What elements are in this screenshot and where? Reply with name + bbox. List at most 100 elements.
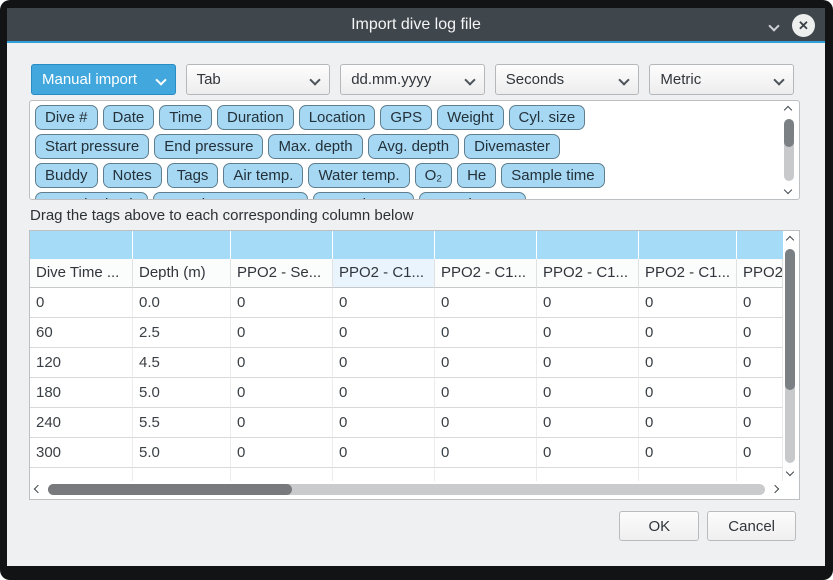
- tag-chip[interactable]: Date: [103, 105, 155, 130]
- drop-target-cell[interactable]: [537, 231, 639, 259]
- combobox-metric[interactable]: Metric: [649, 64, 794, 95]
- scroll-up-icon[interactable]: [786, 236, 794, 244]
- table-cell: 0: [435, 318, 537, 348]
- column-header[interactable]: PPO2 - Se...: [231, 259, 333, 288]
- scrollbar-thumb[interactable]: [784, 119, 794, 147]
- scrollbar-track[interactable]: [785, 249, 795, 463]
- tag-chip[interactable]: End pressure: [154, 134, 263, 159]
- table-cell: 0: [333, 288, 435, 318]
- drag-instruction-label: Drag the tags above to each correspondin…: [30, 207, 414, 224]
- tag-chip[interactable]: Time: [159, 105, 212, 130]
- column-header[interactable]: PPO2 - C1...: [435, 259, 537, 288]
- table-vertical-scrollbar[interactable]: [783, 233, 797, 479]
- table-cell: 0: [639, 408, 737, 438]
- cancel-button[interactable]: Cancel: [707, 511, 796, 541]
- drop-target-cell[interactable]: [231, 231, 333, 259]
- tag-chip[interactable]: Dive #: [35, 105, 98, 130]
- table-cell: 0: [639, 378, 737, 408]
- table-cell: 0: [435, 438, 537, 468]
- table-cell: 0: [639, 348, 737, 378]
- table-cell: 0: [537, 438, 639, 468]
- chevron-down-icon: [773, 74, 784, 85]
- tag-chip[interactable]: Duration: [217, 105, 294, 130]
- tag-pool-scrollbar[interactable]: [781, 103, 797, 197]
- scroll-down-icon[interactable]: [784, 186, 792, 194]
- table-row: 1805.0000000: [30, 378, 783, 408]
- scroll-down-icon[interactable]: [786, 468, 794, 476]
- tag-chip[interactable]: O₂: [415, 163, 453, 188]
- drop-target-cell[interactable]: [133, 231, 231, 259]
- tag-chip[interactable]: GPS: [380, 105, 432, 130]
- tag-chip[interactable]: Max. depth: [268, 134, 362, 159]
- tag-chip[interactable]: Weight: [437, 105, 503, 130]
- drop-target-cell[interactable]: [435, 231, 537, 259]
- column-header[interactable]: PPO2 - C1...: [333, 259, 435, 288]
- drop-target-cell[interactable]: [737, 231, 783, 259]
- combobox-manual-import[interactable]: Manual import: [31, 64, 176, 95]
- combobox-value: Tab: [197, 71, 221, 88]
- tag-row: Start pressureEnd pressureMax. depthAvg.…: [35, 134, 775, 159]
- table-cell: 0: [737, 288, 783, 318]
- tag-chip[interactable]: Air temp.: [223, 163, 303, 188]
- combobox-seconds[interactable]: Seconds: [495, 64, 640, 95]
- combobox-value: Seconds: [506, 71, 564, 88]
- scrollbar-thumb[interactable]: [48, 484, 292, 495]
- table-cell: [435, 468, 537, 481]
- drop-target-cell[interactable]: [639, 231, 737, 259]
- tag-chip[interactable]: Notes: [103, 163, 162, 188]
- combobox-dd-mm-yyyy[interactable]: dd.mm.yyyy: [340, 64, 485, 95]
- table-cell: 0: [30, 288, 133, 318]
- table-cell: 0: [639, 438, 737, 468]
- table-cell: [333, 468, 435, 481]
- tag-chip[interactable]: He: [457, 163, 496, 188]
- column-header[interactable]: PPO2 - C1...: [639, 259, 737, 288]
- tag-chip[interactable]: Avg. depth: [368, 134, 459, 159]
- tag-chip[interactable]: Buddy: [35, 163, 98, 188]
- tag-chip[interactable]: Water temp.: [308, 163, 409, 188]
- scrollbar-thumb[interactable]: [785, 249, 795, 390]
- tag-rows: Dive #DateTimeDurationLocationGPSWeightC…: [35, 105, 775, 200]
- drop-target-cell[interactable]: [30, 231, 133, 259]
- column-header[interactable]: Depth (m): [133, 259, 231, 288]
- scroll-left-icon[interactable]: [34, 485, 42, 493]
- table-row: 3005.0000000: [30, 438, 783, 468]
- chevron-down-icon: [464, 74, 475, 85]
- tag-chip[interactable]: Sample CNS: [419, 192, 526, 200]
- tag-chip[interactable]: Sample temperature: [153, 192, 309, 200]
- scrollbar-track[interactable]: [784, 119, 794, 181]
- ok-button[interactable]: OK: [619, 511, 699, 541]
- scroll-right-icon[interactable]: [771, 485, 779, 493]
- column-header[interactable]: Dive Time ...: [30, 259, 133, 288]
- table-cell: 0: [231, 378, 333, 408]
- table-cell: 0: [537, 318, 639, 348]
- table-horizontal-scrollbar[interactable]: [30, 481, 783, 499]
- scroll-up-icon[interactable]: [784, 106, 792, 114]
- close-icon[interactable]: ✕: [792, 14, 815, 37]
- table-cell: 5.0: [133, 438, 231, 468]
- table-cell: 120: [30, 348, 133, 378]
- tag-chip[interactable]: Sample pO₂: [313, 192, 414, 200]
- tag-chip[interactable]: Start pressure: [35, 134, 149, 159]
- tag-chip[interactable]: Sample time: [501, 163, 604, 188]
- table-cell: 0: [435, 288, 537, 318]
- table-body: Dive Time ...Depth (m)PPO2 - Se...PPO2 -…: [30, 231, 783, 481]
- scrollbar-track[interactable]: [48, 484, 765, 495]
- table-cell: 5.0: [133, 378, 231, 408]
- table-cell: 0: [737, 408, 783, 438]
- tag-chip[interactable]: Cyl. size: [509, 105, 586, 130]
- table-cell: 0: [231, 318, 333, 348]
- drop-target-cell[interactable]: [333, 231, 435, 259]
- tag-chip[interactable]: Tags: [167, 163, 219, 188]
- table-cell: 60: [30, 318, 133, 348]
- combobox-tab[interactable]: Tab: [186, 64, 331, 95]
- tag-chip[interactable]: Sample depth: [35, 192, 148, 200]
- tag-chip[interactable]: Location: [299, 105, 376, 130]
- titlebar[interactable]: Import dive log file ✕: [7, 8, 825, 43]
- table-row: 602.5000000: [30, 318, 783, 348]
- combobox-value: dd.mm.yyyy: [351, 71, 431, 88]
- table-cell: 0.0: [133, 288, 231, 318]
- tag-chip[interactable]: Divemaster: [464, 134, 560, 159]
- shade-chevron-down-icon[interactable]: [768, 20, 779, 31]
- column-header[interactable]: PPO2 - C1...: [737, 259, 783, 288]
- column-header[interactable]: PPO2 - C1...: [537, 259, 639, 288]
